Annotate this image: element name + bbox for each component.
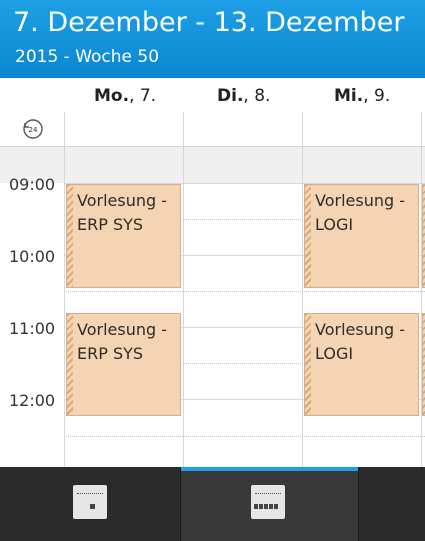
tab-separator	[358, 467, 359, 541]
day-header-tuesday[interactable]: Di., 8.	[217, 86, 270, 106]
svg-text:24: 24	[29, 126, 38, 134]
event-monday-erp-sys-2[interactable]: Vorlesung - ERP SYS	[66, 313, 181, 416]
title-bar: 7. Dezember - 13. Dezember 2015 - Woche …	[0, 0, 425, 78]
selected-tab-indicator	[181, 467, 358, 471]
column-divider	[302, 112, 303, 467]
page-subtitle: 2015 - Woche 50	[15, 47, 160, 67]
bottom-tab-bar	[0, 467, 425, 541]
column-divider	[64, 112, 65, 467]
event-monday-erp-sys-1[interactable]: Vorlesung - ERP SYS	[66, 184, 181, 288]
time-label-1000: 10:00	[9, 247, 56, 266]
day-header-monday[interactable]: Mo., 7.	[94, 86, 156, 106]
half-hour-line	[64, 291, 425, 292]
column-divider	[183, 112, 184, 467]
event-wednesday-logi-1[interactable]: Vorlesung - LOGI	[304, 184, 419, 288]
calendar-day-icon	[73, 485, 107, 519]
tab-week-view[interactable]	[181, 467, 358, 541]
day-header-wednesday[interactable]: Mi., 9.	[334, 86, 390, 106]
time-label-1100: 11:00	[9, 319, 56, 338]
calendar-week-icon	[251, 485, 285, 519]
page-title: 7. Dezember - 13. Dezember	[13, 7, 405, 38]
tab-day-view[interactable]	[0, 467, 180, 541]
clock-24-icon[interactable]: 24	[22, 118, 44, 140]
day-header-row: Mo., 7. Di., 8. Mi., 9.	[0, 78, 425, 113]
time-label-0900: 09:00	[9, 175, 56, 194]
half-hour-line	[64, 436, 425, 437]
event-wednesday-logi-2[interactable]: Vorlesung - LOGI	[304, 313, 419, 416]
time-label-1200: 12:00	[9, 391, 56, 410]
